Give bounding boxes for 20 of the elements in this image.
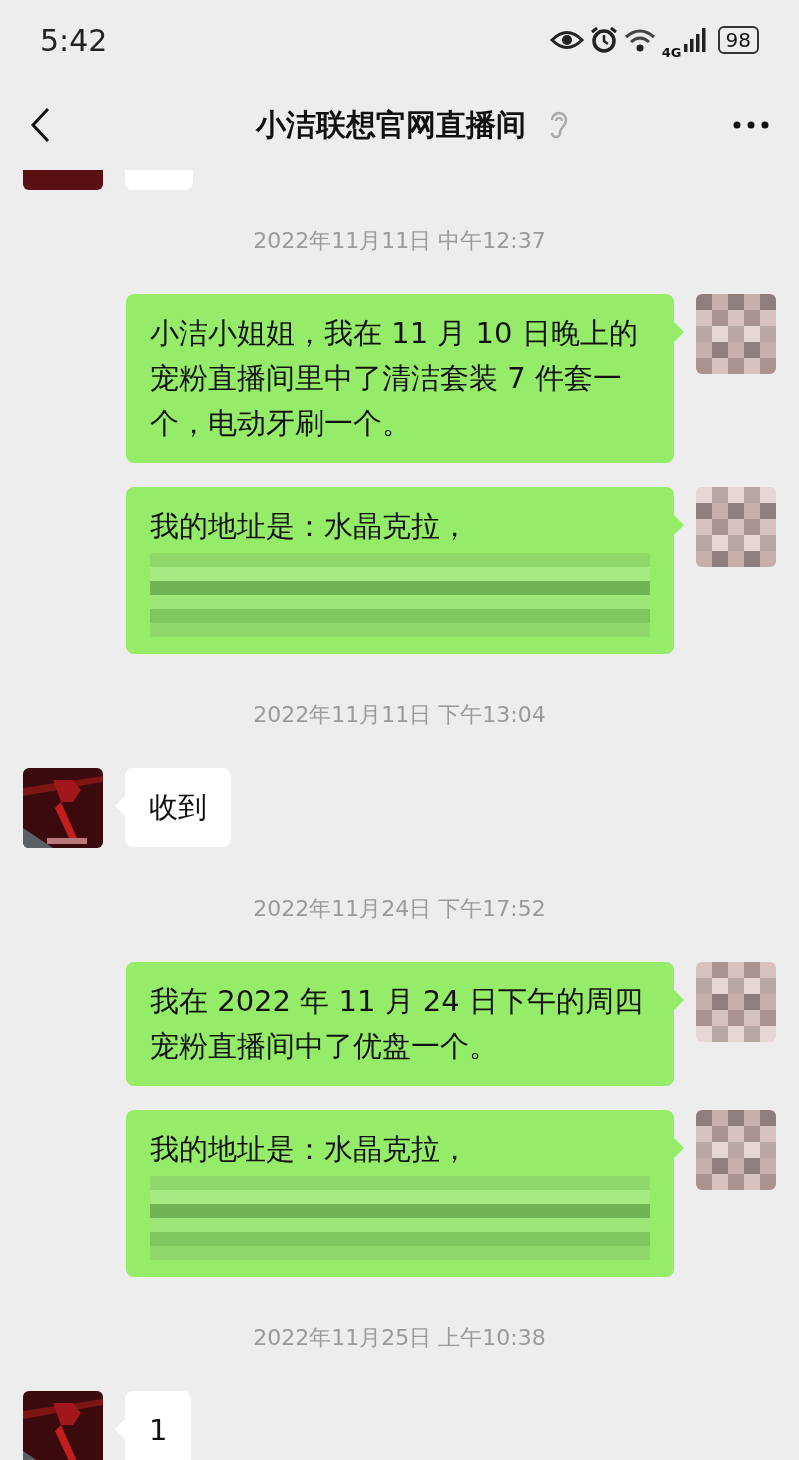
- timestamp: 2022年11月11日 中午12:37: [252, 227, 547, 255]
- chat-title: 小洁联想官网直播间: [255, 105, 526, 144]
- network-type: 4G: [661, 44, 682, 60]
- message-text: 我在 2022 年 11 月 24 日下午的周四宠粉直播间中了优盘一个。: [150, 983, 644, 1065]
- message-text: 收到: [149, 789, 207, 826]
- eye-icon: [549, 29, 584, 51]
- alarm-icon: [589, 26, 618, 54]
- message-text: 我的地址是：水晶克拉，: [150, 508, 470, 545]
- battery-level: 98: [717, 26, 759, 54]
- wifi-icon: [623, 28, 656, 52]
- timestamp: 2022年11月11日 下午13:04: [252, 701, 547, 729]
- timestamp: 2022年11月25日 上午10:38: [252, 1324, 547, 1352]
- signal-icon: [683, 28, 706, 52]
- timestamp: 2022年11月24日 下午17:52: [252, 895, 547, 923]
- message-text: 我的地址是：水晶克拉，: [150, 1131, 470, 1168]
- message-text: 小洁小姐姐，我在 11 月 10 日晚上的宠粉直播间里中了清洁套装 7 件套一个，电动牙刷一个。: [150, 315, 639, 442]
- status-time: 5:42: [40, 22, 108, 58]
- more-icon[interactable]: [733, 121, 769, 129]
- back-icon[interactable]: [30, 107, 50, 143]
- message-text: 1: [149, 1412, 168, 1449]
